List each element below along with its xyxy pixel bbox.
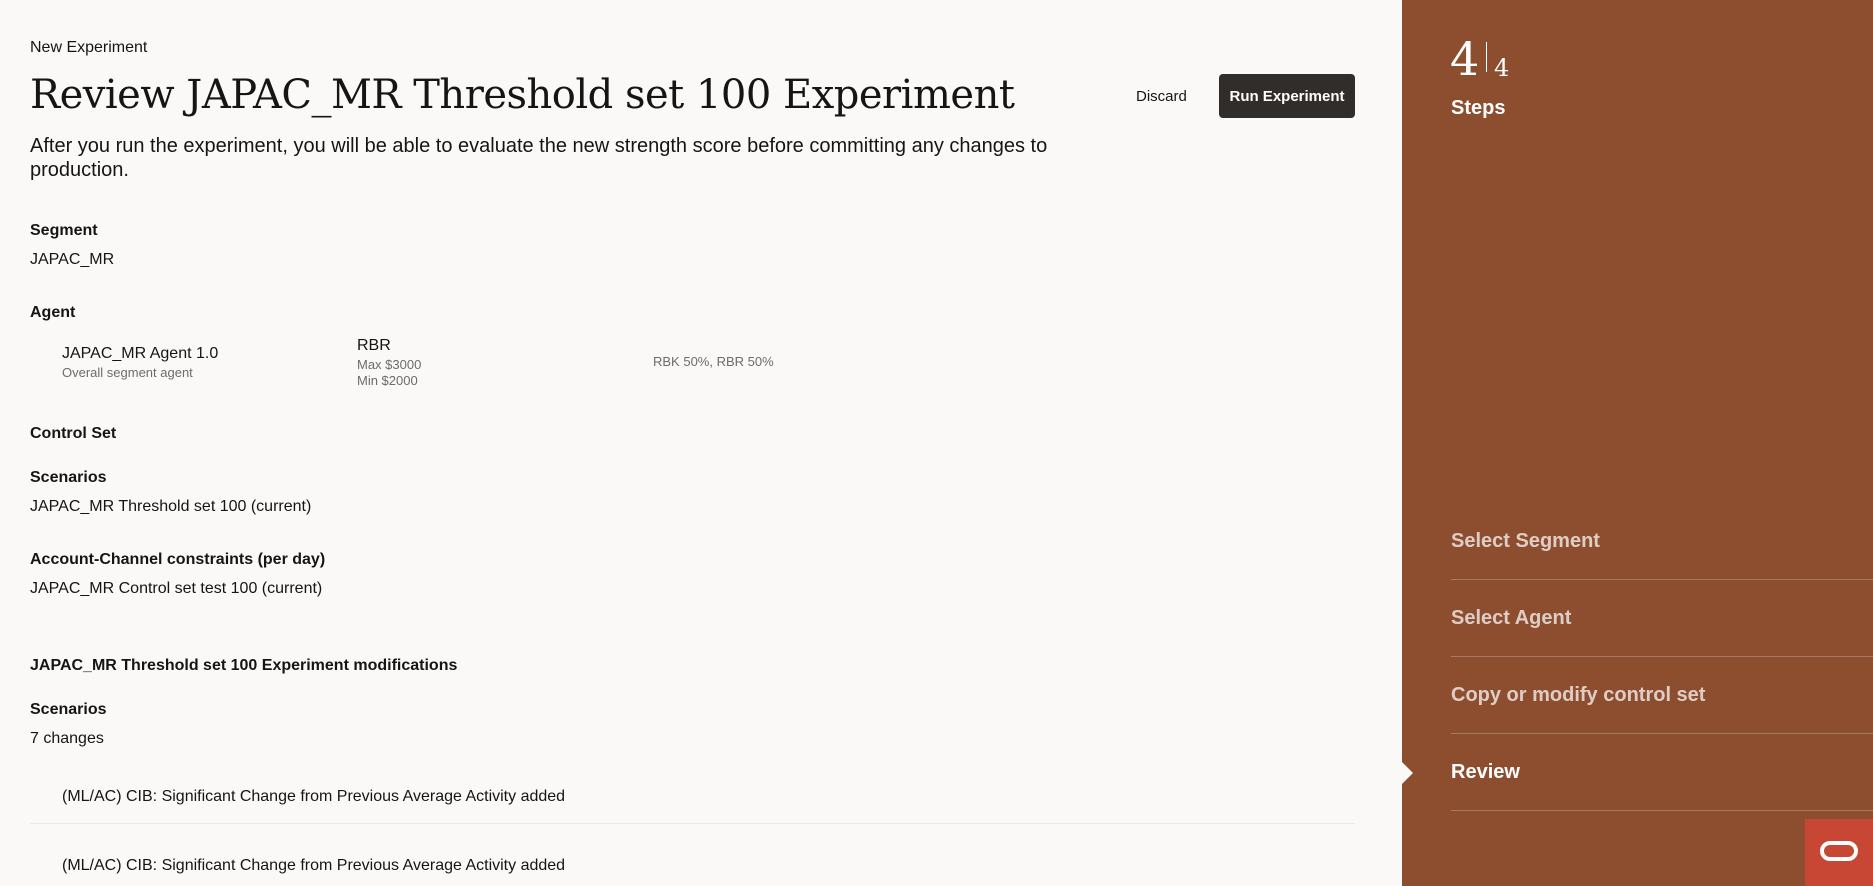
step-select-agent[interactable]: Select Agent [1451,580,1873,657]
main-content: New Experiment Review JAPAC_MR Threshold… [0,0,1402,886]
segment-label: Segment [30,222,98,239]
control-scenarios-value: JAPAC_MR Threshold set 100 (current) [30,498,312,515]
control-set-label: Control Set [30,425,117,442]
rbr-title: RBR [357,337,391,354]
modifications-label: JAPAC_MR Threshold set 100 Experiment mo… [30,657,458,674]
rbr-min: Min $2000 [357,373,418,388]
discard-button[interactable]: Discard [1126,84,1197,109]
constraints-label: Account-Channel constraints (per day) [30,551,326,568]
step-review[interactable]: Review [1451,734,1873,811]
changes-count: 7 changes [30,730,104,747]
page-title: Review JAPAC_MR Threshold set 100 Experi… [30,72,1015,118]
steps-label: Steps [1451,97,1506,119]
active-step-pointer [1401,761,1413,785]
page-subtitle: After you run the experiment, you will b… [30,135,1048,181]
breadcrumb: New Experiment [30,39,148,56]
agent-split: RBK 50%, RBR 50% [653,354,774,369]
total-steps-number: 4 [1494,54,1510,82]
constraints-value: JAPAC_MR Control set test 100 (current) [30,580,323,597]
list-item: (ML/AC) CIB: Significant Change from Pre… [30,770,1355,824]
agent-description: Overall segment agent [62,365,193,380]
list-item: (ML/AC) CIB: Significant Change from Pre… [62,857,566,874]
oracle-logo-icon [1819,840,1859,865]
modifications-scenarios-label: Scenarios [30,701,107,718]
steps-sidebar: 4 4 Steps Select Segment Select Agent Co… [1401,0,1873,886]
run-experiment-button[interactable]: Run Experiment [1219,74,1355,118]
agent-label: Agent [30,304,76,321]
step-copy-modify-control-set[interactable]: Copy or modify control set [1451,657,1873,734]
oracle-launcher-button[interactable] [1805,819,1873,886]
step-select-segment[interactable]: Select Segment [1451,503,1873,580]
current-step-number: 4 [1450,32,1480,86]
agent-name: JAPAC_MR Agent 1.0 [62,345,219,362]
step-separator [1486,42,1487,72]
control-scenarios-label: Scenarios [30,469,107,486]
segment-value: JAPAC_MR [30,251,115,268]
rbr-max: Max $3000 [357,357,422,372]
